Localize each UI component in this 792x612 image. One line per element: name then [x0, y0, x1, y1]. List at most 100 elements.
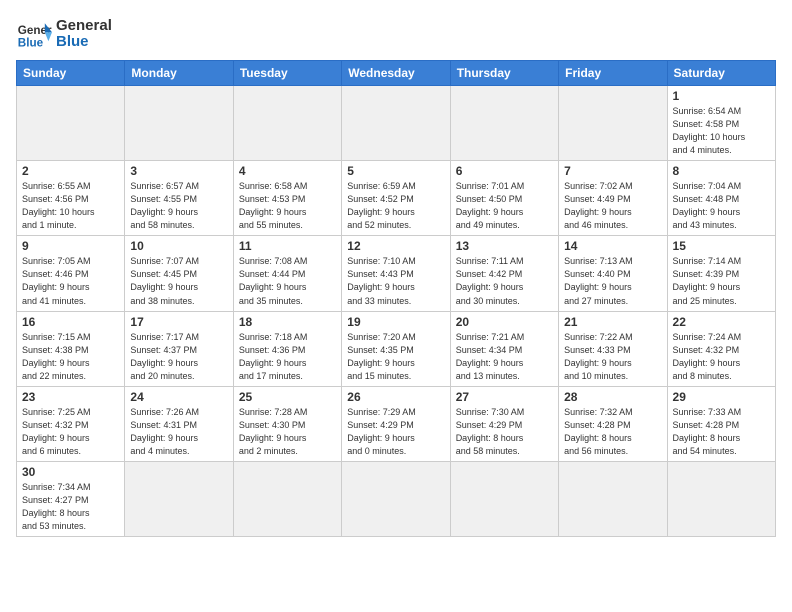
day-info: Sunrise: 7:07 AM Sunset: 4:45 PM Dayligh… — [130, 255, 227, 307]
day-cell — [450, 461, 558, 536]
day-info: Sunrise: 6:54 AM Sunset: 4:58 PM Dayligh… — [673, 105, 770, 157]
day-number: 7 — [564, 164, 661, 178]
day-info: Sunrise: 7:29 AM Sunset: 4:29 PM Dayligh… — [347, 406, 444, 458]
day-cell: 4 Sunrise: 6:58 AM Sunset: 4:53 PM Daylig… — [233, 161, 341, 236]
day-cell: 12 Sunrise: 7:10 AM Sunset: 4:43 PM Dayli… — [342, 236, 450, 311]
day-cell: 18 Sunrise: 7:18 AM Sunset: 4:36 PM Dayli… — [233, 311, 341, 386]
weekday-header-row: SundayMondayTuesdayWednesdayThursdayFrid… — [17, 61, 776, 86]
weekday-header-sunday: Sunday — [17, 61, 125, 86]
day-number: 18 — [239, 315, 336, 329]
day-info: Sunrise: 7:25 AM Sunset: 4:32 PM Dayligh… — [22, 406, 119, 458]
day-cell: 3 Sunrise: 6:57 AM Sunset: 4:55 PM Daylig… — [125, 161, 233, 236]
day-cell: 20 Sunrise: 7:21 AM Sunset: 4:34 PM Dayli… — [450, 311, 558, 386]
week-row-4: 16 Sunrise: 7:15 AM Sunset: 4:38 PM Dayli… — [17, 311, 776, 386]
day-cell: 8 Sunrise: 7:04 AM Sunset: 4:48 PM Daylig… — [667, 161, 775, 236]
day-number: 29 — [673, 390, 770, 404]
day-cell: 16 Sunrise: 7:15 AM Sunset: 4:38 PM Dayli… — [17, 311, 125, 386]
day-cell: 30 Sunrise: 7:34 AM Sunset: 4:27 PM Dayli… — [17, 461, 125, 536]
day-cell: 19 Sunrise: 7:20 AM Sunset: 4:35 PM Dayli… — [342, 311, 450, 386]
day-info: Sunrise: 7:26 AM Sunset: 4:31 PM Dayligh… — [130, 406, 227, 458]
day-cell — [125, 86, 233, 161]
day-cell: 28Sunrise: 7:32 AM Sunset: 4:28 PM Dayli… — [559, 386, 667, 461]
day-number: 27 — [456, 390, 553, 404]
day-info: Sunrise: 7:05 AM Sunset: 4:46 PM Dayligh… — [22, 255, 119, 307]
day-info: Sunrise: 6:58 AM Sunset: 4:53 PM Dayligh… — [239, 180, 336, 232]
day-info: Sunrise: 7:11 AM Sunset: 4:42 PM Dayligh… — [456, 255, 553, 307]
day-info: Sunrise: 7:18 AM Sunset: 4:36 PM Dayligh… — [239, 331, 336, 383]
logo-blue-text: Blue — [56, 34, 112, 51]
day-cell: 23 Sunrise: 7:25 AM Sunset: 4:32 PM Dayli… — [17, 386, 125, 461]
day-cell: 17Sunrise: 7:17 AM Sunset: 4:37 PM Dayli… — [125, 311, 233, 386]
day-cell — [450, 86, 558, 161]
day-number: 2 — [22, 164, 119, 178]
day-info: Sunrise: 7:24 AM Sunset: 4:32 PM Dayligh… — [673, 331, 770, 383]
day-number: 22 — [673, 315, 770, 329]
day-cell: 2 Sunrise: 6:55 AM Sunset: 4:56 PM Daylig… — [17, 161, 125, 236]
day-cell: 1 Sunrise: 6:54 AM Sunset: 4:58 PM Daylig… — [667, 86, 775, 161]
day-info: Sunrise: 7:04 AM Sunset: 4:48 PM Dayligh… — [673, 180, 770, 232]
day-cell — [342, 86, 450, 161]
day-info: Sunrise: 7:10 AM Sunset: 4:43 PM Dayligh… — [347, 255, 444, 307]
page-header: General Blue General Blue — [16, 16, 776, 52]
day-info: Sunrise: 7:08 AM Sunset: 4:44 PM Dayligh… — [239, 255, 336, 307]
day-cell: 5Sunrise: 6:59 AM Sunset: 4:52 PM Daylig… — [342, 161, 450, 236]
day-info: Sunrise: 7:15 AM Sunset: 4:38 PM Dayligh… — [22, 331, 119, 383]
weekday-header-thursday: Thursday — [450, 61, 558, 86]
day-cell — [342, 461, 450, 536]
day-number: 3 — [130, 164, 227, 178]
day-info: Sunrise: 6:57 AM Sunset: 4:55 PM Dayligh… — [130, 180, 227, 232]
week-row-1: 1 Sunrise: 6:54 AM Sunset: 4:58 PM Daylig… — [17, 86, 776, 161]
day-cell: 26 Sunrise: 7:29 AM Sunset: 4:29 PM Dayli… — [342, 386, 450, 461]
day-number: 20 — [456, 315, 553, 329]
weekday-header-monday: Monday — [125, 61, 233, 86]
day-info: Sunrise: 7:14 AM Sunset: 4:39 PM Dayligh… — [673, 255, 770, 307]
day-info: Sunrise: 7:28 AM Sunset: 4:30 PM Dayligh… — [239, 406, 336, 458]
weekday-header-saturday: Saturday — [667, 61, 775, 86]
day-cell: 14Sunrise: 7:13 AM Sunset: 4:40 PM Dayli… — [559, 236, 667, 311]
week-row-5: 23 Sunrise: 7:25 AM Sunset: 4:32 PM Dayli… — [17, 386, 776, 461]
day-number: 8 — [673, 164, 770, 178]
week-row-3: 9Sunrise: 7:05 AM Sunset: 4:46 PM Daylig… — [17, 236, 776, 311]
day-cell: 27Sunrise: 7:30 AM Sunset: 4:29 PM Dayli… — [450, 386, 558, 461]
day-info: Sunrise: 7:01 AM Sunset: 4:50 PM Dayligh… — [456, 180, 553, 232]
day-cell: 25 Sunrise: 7:28 AM Sunset: 4:30 PM Dayli… — [233, 386, 341, 461]
day-cell: 22 Sunrise: 7:24 AM Sunset: 4:32 PM Dayli… — [667, 311, 775, 386]
day-cell: 29 Sunrise: 7:33 AM Sunset: 4:28 PM Dayli… — [667, 386, 775, 461]
day-info: Sunrise: 6:55 AM Sunset: 4:56 PM Dayligh… — [22, 180, 119, 232]
day-cell: 10Sunrise: 7:07 AM Sunset: 4:45 PM Dayli… — [125, 236, 233, 311]
day-number: 4 — [239, 164, 336, 178]
day-cell: 15 Sunrise: 7:14 AM Sunset: 4:39 PM Dayli… — [667, 236, 775, 311]
day-number: 16 — [22, 315, 119, 329]
day-info: Sunrise: 7:13 AM Sunset: 4:40 PM Dayligh… — [564, 255, 661, 307]
day-number: 23 — [22, 390, 119, 404]
day-cell — [233, 461, 341, 536]
day-number: 1 — [673, 89, 770, 103]
day-cell: 24Sunrise: 7:26 AM Sunset: 4:31 PM Dayli… — [125, 386, 233, 461]
weekday-header-friday: Friday — [559, 61, 667, 86]
weekday-header-tuesday: Tuesday — [233, 61, 341, 86]
day-number: 5 — [347, 164, 444, 178]
week-row-6: 30 Sunrise: 7:34 AM Sunset: 4:27 PM Dayli… — [17, 461, 776, 536]
day-cell: 13Sunrise: 7:11 AM Sunset: 4:42 PM Dayli… — [450, 236, 558, 311]
day-number: 17 — [130, 315, 227, 329]
day-number: 19 — [347, 315, 444, 329]
svg-text:Blue: Blue — [18, 37, 44, 50]
day-number: 25 — [239, 390, 336, 404]
day-cell: 9Sunrise: 7:05 AM Sunset: 4:46 PM Daylig… — [17, 236, 125, 311]
day-cell — [125, 461, 233, 536]
day-info: Sunrise: 7:20 AM Sunset: 4:35 PM Dayligh… — [347, 331, 444, 383]
calendar-table: SundayMondayTuesdayWednesdayThursdayFrid… — [16, 60, 776, 537]
day-number: 30 — [22, 465, 119, 479]
day-cell: 6Sunrise: 7:01 AM Sunset: 4:50 PM Daylig… — [450, 161, 558, 236]
day-number: 26 — [347, 390, 444, 404]
day-number: 15 — [673, 239, 770, 253]
day-cell — [233, 86, 341, 161]
day-cell — [559, 461, 667, 536]
day-info: Sunrise: 7:32 AM Sunset: 4:28 PM Dayligh… — [564, 406, 661, 458]
day-info: Sunrise: 7:33 AM Sunset: 4:28 PM Dayligh… — [673, 406, 770, 458]
day-cell — [559, 86, 667, 161]
day-cell: 11Sunrise: 7:08 AM Sunset: 4:44 PM Dayli… — [233, 236, 341, 311]
day-info: Sunrise: 7:34 AM Sunset: 4:27 PM Dayligh… — [22, 481, 119, 533]
day-info: Sunrise: 7:21 AM Sunset: 4:34 PM Dayligh… — [456, 331, 553, 383]
day-number: 12 — [347, 239, 444, 253]
